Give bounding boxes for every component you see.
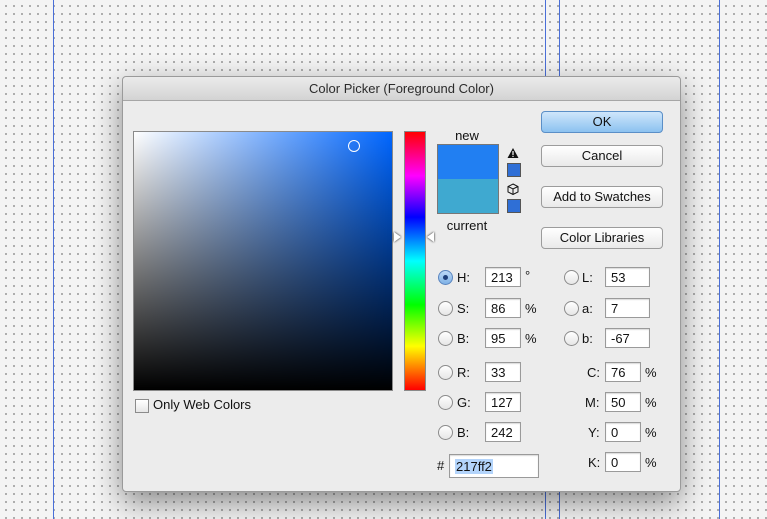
hue-slider-left-arrow-icon[interactable] — [394, 232, 401, 242]
saturation-brightness-field[interactable] — [133, 131, 393, 391]
hex-value: 217ff2 — [455, 459, 493, 474]
color-picker-dialog: Color Picker (Foreground Color) new curr… — [122, 76, 681, 492]
b-channel-label: b: — [582, 331, 593, 346]
ok-button[interactable]: OK — [541, 111, 663, 133]
black-unit: % — [645, 455, 657, 470]
hex-label: # — [437, 458, 445, 473]
black-input[interactable]: 0 — [605, 452, 641, 472]
black-label: K: — [588, 455, 601, 470]
hue-slider-right-arrow-icon[interactable] — [427, 232, 434, 242]
new-color-label: new — [455, 128, 479, 143]
only-web-colors-checkbox[interactable] — [135, 399, 149, 413]
guide-line — [53, 0, 54, 519]
lightness-input[interactable]: 53 — [605, 267, 650, 287]
hue-radio[interactable] — [438, 270, 453, 285]
add-to-swatches-button[interactable]: Add to Swatches — [541, 186, 663, 208]
warning-triangle-icon[interactable] — [507, 147, 519, 159]
brightness-unit: % — [525, 331, 537, 346]
yellow-label: Y: — [588, 425, 600, 440]
red-radio[interactable] — [438, 365, 453, 380]
color-preview-swatch — [437, 144, 499, 214]
brightness-input[interactable]: 95 — [485, 328, 521, 348]
hue-label: H: — [457, 270, 470, 285]
red-label: R: — [457, 365, 470, 380]
a-channel-label: a: — [582, 301, 593, 316]
cube-icon[interactable] — [507, 183, 519, 196]
brightness-label: B: — [457, 331, 470, 346]
current-color-swatch[interactable] — [438, 179, 498, 213]
new-color-swatch — [438, 145, 498, 179]
magenta-input[interactable]: 50 — [605, 392, 641, 412]
cyan-label: C: — [587, 365, 600, 380]
b-channel-radio[interactable] — [564, 331, 579, 346]
blue-input[interactable]: 242 — [485, 422, 521, 442]
gamut-warning-swatch[interactable] — [507, 163, 521, 177]
dialog-title: Color Picker (Foreground Color) — [123, 77, 680, 101]
hue-slider[interactable] — [404, 131, 426, 391]
yellow-unit: % — [645, 425, 657, 440]
hex-input[interactable]: 217ff2 — [449, 454, 539, 478]
lightness-label: L: — [582, 270, 593, 285]
green-radio[interactable] — [438, 395, 453, 410]
b-channel-input[interactable]: -67 — [605, 328, 650, 348]
magenta-label: M: — [585, 395, 600, 410]
color-libraries-button[interactable]: Color Libraries — [541, 227, 663, 249]
brightness-radio[interactable] — [438, 331, 453, 346]
blue-label: B: — [457, 425, 470, 440]
saturation-radio[interactable] — [438, 301, 453, 316]
green-input[interactable]: 127 — [485, 392, 521, 412]
hue-unit: ° — [525, 268, 531, 283]
a-channel-input[interactable]: 7 — [605, 298, 650, 318]
lightness-radio[interactable] — [564, 270, 579, 285]
saturation-unit: % — [525, 301, 537, 316]
cyan-unit: % — [645, 365, 657, 380]
cyan-input[interactable]: 76 — [605, 362, 641, 382]
saturation-label: S: — [457, 301, 470, 316]
green-label: G: — [457, 395, 471, 410]
current-color-label: current — [446, 218, 488, 233]
saturation-input[interactable]: 86 — [485, 298, 521, 318]
blue-radio[interactable] — [438, 425, 453, 440]
only-web-colors-label[interactable]: Only Web Colors — [153, 397, 251, 413]
a-channel-radio[interactable] — [564, 301, 579, 316]
web-safe-swatch[interactable] — [507, 199, 521, 213]
color-field-cursor[interactable] — [348, 140, 360, 152]
hue-input[interactable]: 213 — [485, 267, 521, 287]
magenta-unit: % — [645, 395, 657, 410]
yellow-input[interactable]: 0 — [605, 422, 641, 442]
red-input[interactable]: 33 — [485, 362, 521, 382]
cancel-button[interactable]: Cancel — [541, 145, 663, 167]
guide-line — [719, 0, 720, 519]
